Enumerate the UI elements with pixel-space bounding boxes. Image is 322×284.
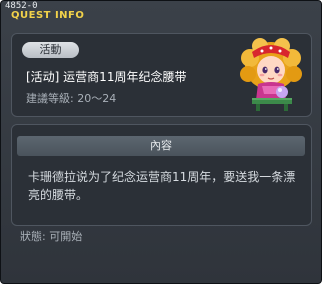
status-value: 可開始 (49, 230, 83, 243)
status-label: 狀態: (20, 230, 46, 243)
eye-left (262, 66, 268, 74)
quest-content-panel: 內容 卡珊德拉说为了纪念运营商11周年，要送我一条漂亮的腰带。 (11, 124, 312, 226)
quest-summary-panel: 活動 [活动] 运营商11周年纪念腰带 建議等級: 20～24 (11, 33, 312, 117)
quest-name: [活动] 运营商11周年纪念腰带 (26, 70, 187, 84)
hair-curl-right-low (286, 66, 302, 82)
quest-description: 卡珊德拉说为了纪念运营商11周年，要送我一条漂亮的腰带。 (28, 170, 296, 202)
face (257, 56, 285, 84)
eye-right (274, 66, 280, 74)
event-badge: 活動 (22, 42, 79, 58)
content-header: 內容 (17, 136, 305, 156)
level-range: 20～24 (77, 92, 117, 105)
title-bar[interactable]: 4852-0 QUEST INFO (1, 1, 321, 25)
quest-status: 狀態: 可開始 (20, 230, 82, 243)
crystal-ball (276, 86, 288, 98)
quest-info-window: 4852-0 QUEST INFO 活動 [活动] 运营商11周年纪念腰带 建議… (0, 0, 322, 284)
recommended-level: 建議等級: 20～24 (26, 92, 116, 105)
level-label: 建議等級: (26, 92, 74, 105)
hair-curl-left-low (240, 66, 256, 82)
npc-portrait-icon (240, 38, 302, 111)
window-title: QUEST INFO (11, 10, 85, 21)
